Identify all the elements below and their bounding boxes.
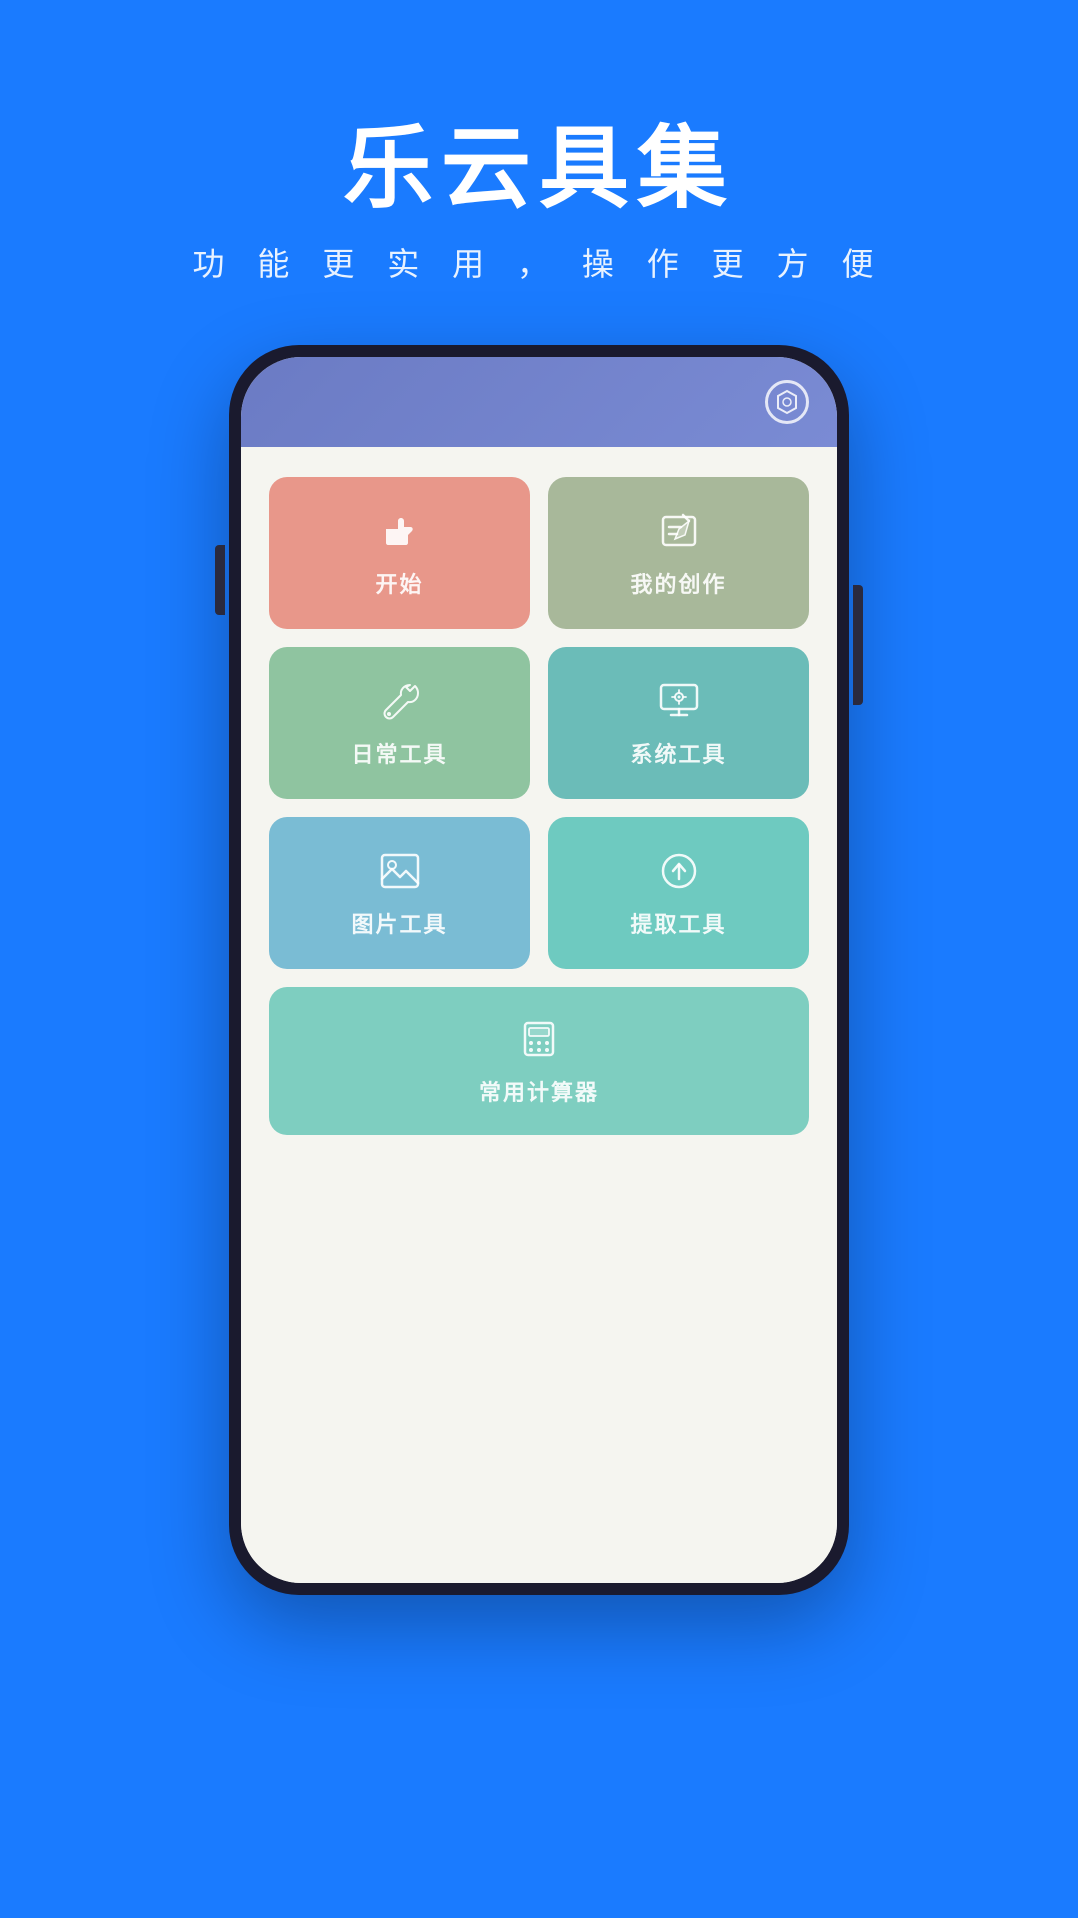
app-subtitle: 功 能 更 实 用 ， 操 作 更 方 便 [193,239,886,285]
tile-extract-tools[interactable]: 提取工具 [548,817,809,969]
tile-system-tools[interactable]: 系统工具 [548,647,809,799]
phone-content: 开始 我的创作 [241,447,837,1583]
phone-inner: 开始 我的创作 [241,357,837,1583]
tile-system-tools-label: 系统工具 [630,737,726,769]
settings-icon[interactable] [765,380,809,424]
phone-header [241,357,837,447]
grid-row-3: 图片工具 提取工具 [269,817,809,969]
tile-daily-tools-label: 日常工具 [351,737,447,769]
tile-image-tools[interactable]: 图片工具 [269,817,530,969]
grid-row-2: 日常工具 [269,647,809,799]
tile-start-label: 开始 [375,567,423,599]
phone-mockup: 开始 我的创作 [229,345,849,1595]
tile-calculator-label: 常用计算器 [479,1075,599,1107]
tile-daily-tools[interactable]: 日常工具 [269,647,530,799]
tile-image-tools-label: 图片工具 [351,907,447,939]
grid-row-1: 开始 我的创作 [269,477,809,629]
tile-my-creation-label: 我的创作 [630,567,726,599]
tile-calculator[interactable]: 常用计算器 [269,987,809,1135]
app-title: 乐云具集 [343,120,735,219]
tile-start[interactable]: 开始 [269,477,530,629]
header-section: 乐云具集 功 能 更 实 用 ， 操 作 更 方 便 [193,0,886,285]
tile-extract-tools-label: 提取工具 [630,907,726,939]
tile-my-creation[interactable]: 我的创作 [548,477,809,629]
